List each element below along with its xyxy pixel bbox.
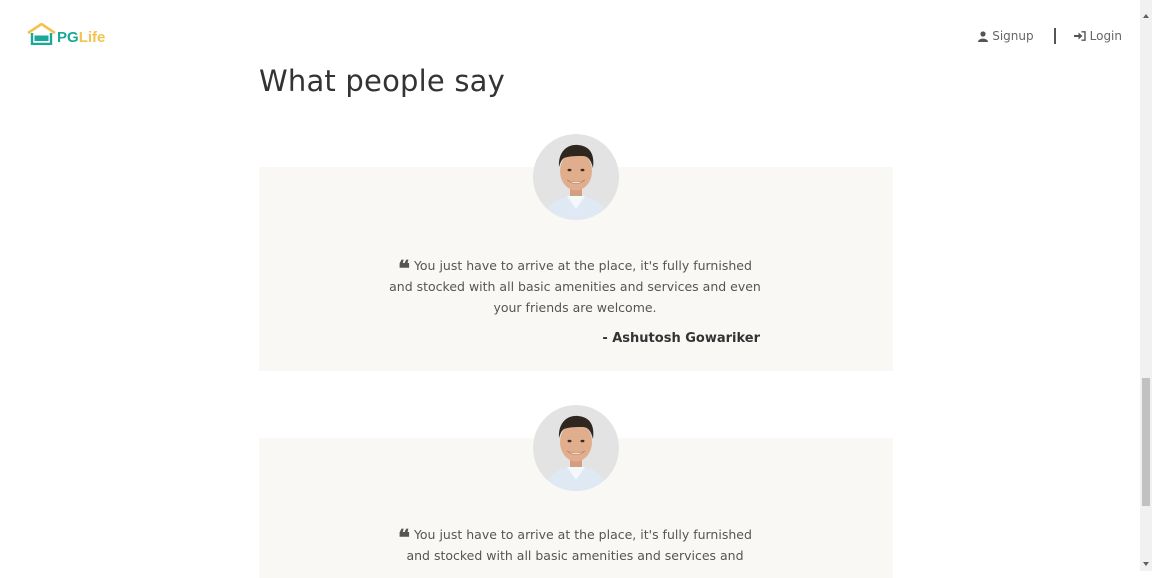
login-label: Login <box>1089 29 1122 43</box>
scrollbar-thumb[interactable] <box>1142 378 1150 506</box>
nav-divider <box>1053 28 1056 44</box>
vertical-scrollbar[interactable] <box>1140 0 1152 571</box>
logo-text-pg: PG <box>57 29 79 46</box>
section-title: What people say <box>259 64 505 98</box>
login-link[interactable]: Login <box>1073 29 1122 43</box>
avatar <box>533 405 619 491</box>
signup-link[interactable]: Signup <box>978 29 1034 43</box>
testimonial-quote: ❝ You just have to arrive at the place, i… <box>385 255 765 318</box>
scroll-down-arrow-icon[interactable] <box>1143 562 1149 566</box>
avatar <box>533 134 619 220</box>
signup-label: Signup <box>992 29 1034 43</box>
scroll-up-arrow-icon[interactable] <box>1143 14 1149 18</box>
testimonial-text: You just have to arrive at the place, it… <box>406 527 752 563</box>
house-logo-icon <box>27 23 56 45</box>
navbar: PG Life Signup Login <box>0 0 1140 60</box>
nav-actions: Signup Login <box>978 28 1122 44</box>
logo[interactable]: PG Life <box>27 23 105 45</box>
logo-text-life: Life <box>78 29 106 46</box>
testimonial-author: - Ashutosh Gowariker <box>602 331 760 346</box>
testimonial-quote: ❝ You just have to arrive at the place, i… <box>385 524 765 566</box>
sign-in-icon <box>1073 31 1086 41</box>
user-icon <box>978 30 989 42</box>
testimonial-text: You just have to arrive at the place, it… <box>389 258 761 315</box>
